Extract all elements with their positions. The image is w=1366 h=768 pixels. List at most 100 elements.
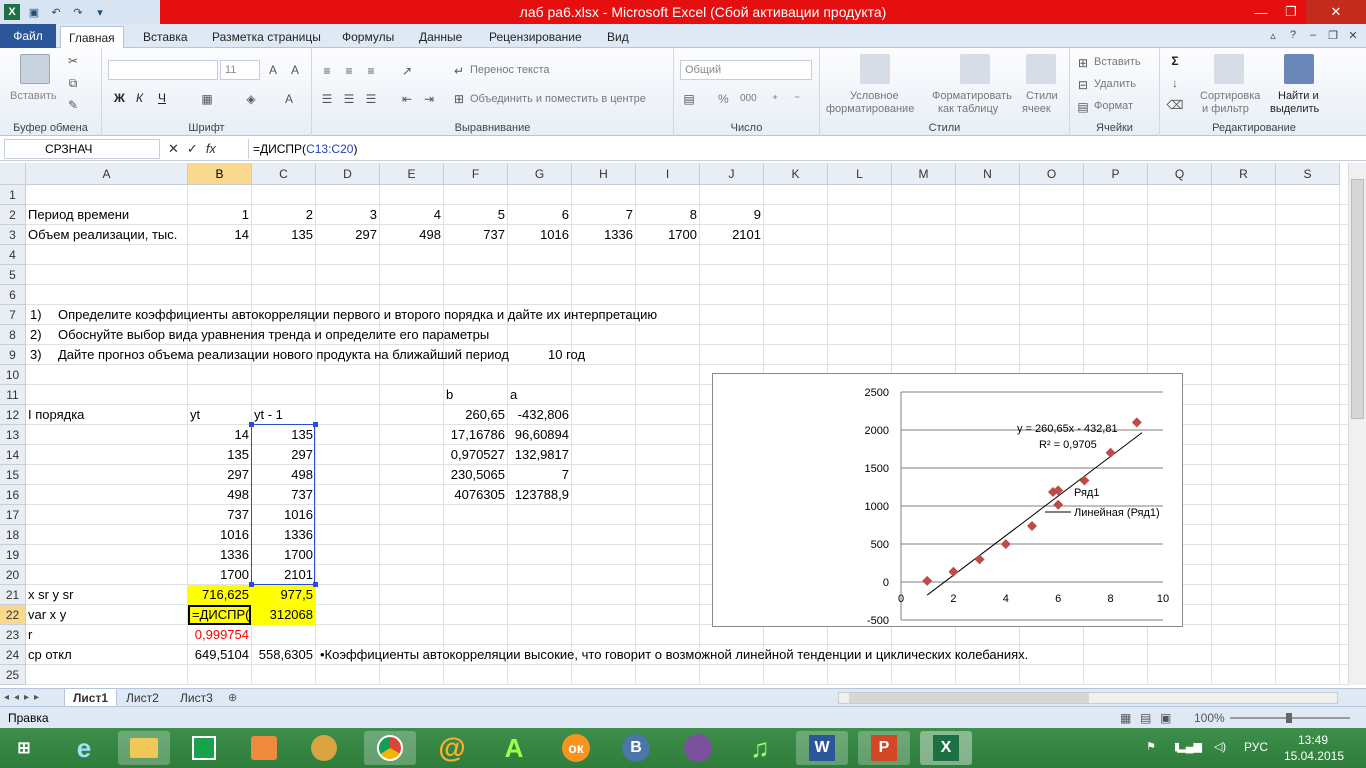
conditional-format-label-2[interactable]: форматирование bbox=[826, 103, 914, 115]
view-layout-icon[interactable]: ▤ bbox=[1140, 707, 1151, 729]
number-format-combo[interactable]: Общий bbox=[680, 60, 812, 80]
decrease-decimal-icon[interactable]: ⁻ bbox=[790, 92, 804, 106]
percent-button[interactable]: % bbox=[718, 92, 729, 106]
save-icon[interactable]: ▣ bbox=[26, 4, 42, 20]
torrent-icon[interactable]: A bbox=[488, 731, 540, 765]
sheet-nav-icon[interactable]: ◂◂▸▸ bbox=[4, 689, 44, 707]
format-cells-icon[interactable]: ▤ bbox=[1076, 100, 1090, 114]
cell-period-label[interactable]: Период времени bbox=[26, 205, 131, 225]
sheet-tab-2[interactable]: Лист2 bbox=[118, 689, 167, 707]
cell-linest-b[interactable]: 17,16786 bbox=[444, 425, 507, 445]
tab-data[interactable]: Данные bbox=[411, 26, 470, 48]
row-header-9[interactable]: 9 bbox=[0, 345, 26, 365]
row-header-20[interactable]: 20 bbox=[0, 565, 26, 585]
zoom-level[interactable]: 100% bbox=[1194, 707, 1225, 729]
cell-styles-label-1[interactable]: Стили bbox=[1026, 90, 1058, 102]
tab-page-layout[interactable]: Разметка страницы bbox=[204, 26, 329, 48]
column-header-a[interactable]: A bbox=[26, 163, 188, 185]
merge-icon[interactable]: ⊞ bbox=[452, 92, 466, 106]
task-number[interactable]: 2) bbox=[28, 325, 44, 345]
align-top-icon[interactable]: ≡ bbox=[320, 64, 334, 78]
range-handle[interactable] bbox=[313, 582, 318, 587]
horizontal-scroll-thumb[interactable] bbox=[849, 693, 1089, 703]
scatter-chart[interactable]: 2500 2000 1500 1000 500 0 -500 0 2 4 6 8 10 y = 260,6… bbox=[712, 373, 1183, 627]
increase-decimal-icon[interactable]: ⁺ bbox=[768, 92, 782, 106]
zoom-slider[interactable] bbox=[1230, 713, 1350, 723]
cell-volume-value[interactable]: 498 bbox=[380, 225, 443, 245]
view-pagebreak-icon[interactable]: ▣ bbox=[1160, 707, 1171, 729]
cell-period-value[interactable]: 1 bbox=[188, 205, 251, 225]
range-handle[interactable] bbox=[249, 582, 254, 587]
cell-yt-value[interactable]: 737 bbox=[188, 505, 251, 525]
column-header-j[interactable]: J bbox=[700, 163, 764, 185]
close-button[interactable]: ✕ bbox=[1306, 0, 1366, 24]
row-header-1[interactable]: 1 bbox=[0, 185, 26, 205]
minimize-doc-icon[interactable]: – bbox=[1306, 28, 1320, 42]
thousands-button[interactable]: 000 bbox=[740, 93, 757, 104]
borders-icon[interactable]: ▦ bbox=[200, 92, 214, 106]
column-header-n[interactable]: N bbox=[956, 163, 1020, 185]
insert-cells-button[interactable]: Вставить bbox=[1094, 56, 1141, 68]
format-as-table-icon[interactable] bbox=[960, 54, 990, 84]
delete-cells-icon[interactable]: ⊟ bbox=[1076, 78, 1090, 92]
row-header-7[interactable]: 7 bbox=[0, 305, 26, 325]
row-header-12[interactable]: 12 bbox=[0, 405, 26, 425]
cut-icon[interactable]: ✂ bbox=[66, 54, 80, 68]
cell-r-value[interactable]: 0,999754 bbox=[188, 625, 251, 645]
row-header-13[interactable]: 13 bbox=[0, 425, 26, 445]
column-header-d[interactable]: D bbox=[316, 163, 380, 185]
cell-yt-value[interactable]: 1336 bbox=[188, 545, 251, 565]
format-as-table-label-1[interactable]: Форматировать bbox=[932, 90, 1012, 102]
column-header-f[interactable]: F bbox=[444, 163, 508, 185]
vertical-scrollbar[interactable] bbox=[1348, 163, 1366, 685]
powerpoint-icon[interactable]: P bbox=[858, 731, 910, 765]
cell-yt1-value[interactable]: 737 bbox=[252, 485, 315, 505]
tab-review[interactable]: Рецензирование bbox=[481, 26, 590, 48]
close-doc-icon[interactable]: ✕ bbox=[1346, 28, 1360, 42]
vkontakte-icon[interactable]: В bbox=[610, 731, 662, 765]
fill-color-icon[interactable]: ◈ bbox=[244, 92, 258, 106]
cell-yt-value[interactable]: 14 bbox=[188, 425, 251, 445]
format-as-table-label-2[interactable]: как таблицу bbox=[938, 103, 998, 115]
store-icon[interactable] bbox=[178, 731, 230, 765]
word-icon[interactable]: W bbox=[796, 731, 848, 765]
column-header-c[interactable]: C bbox=[252, 163, 316, 185]
column-header-g[interactable]: G bbox=[508, 163, 572, 185]
cell-var-label[interactable]: var x y bbox=[26, 605, 187, 625]
cell-yt-value[interactable]: 297 bbox=[188, 465, 251, 485]
row-header-24[interactable]: 24 bbox=[0, 645, 26, 665]
cell-linest-b[interactable]: 260,65 bbox=[444, 405, 507, 425]
customize-icon[interactable]: ▾ bbox=[92, 4, 108, 20]
row-header-2[interactable]: 2 bbox=[0, 205, 26, 225]
minimize-button[interactable]: — bbox=[1246, 0, 1276, 24]
redo-icon[interactable]: ↷ bbox=[70, 4, 86, 20]
sheet-tab-1[interactable]: Лист1 bbox=[64, 689, 118, 707]
sort-filter-icon[interactable] bbox=[1214, 54, 1244, 84]
row-header-10[interactable]: 10 bbox=[0, 365, 26, 385]
cell-period-value[interactable]: 3 bbox=[316, 205, 379, 225]
row-header-16[interactable]: 16 bbox=[0, 485, 26, 505]
column-header-r[interactable]: R bbox=[1212, 163, 1276, 185]
undo-icon[interactable]: ↶ bbox=[48, 4, 64, 20]
autosum-icon[interactable]: Σ bbox=[1168, 54, 1182, 68]
new-sheet-icon[interactable]: ⊕ bbox=[228, 691, 244, 705]
cell-mean-y[interactable]: 977,5 bbox=[252, 585, 315, 605]
cell-volume-label[interactable]: Объем реализации, тыс. bbox=[26, 225, 179, 245]
wrap-text-button[interactable]: Перенос текста bbox=[470, 64, 550, 76]
cell-volume-value[interactable]: 1336 bbox=[572, 225, 635, 245]
file-explorer-icon[interactable] bbox=[118, 731, 170, 765]
find-select-label-2[interactable]: выделить bbox=[1270, 103, 1319, 115]
internet-explorer-icon[interactable]: e bbox=[58, 731, 110, 765]
column-header-i[interactable]: I bbox=[636, 163, 700, 185]
column-header-p[interactable]: P bbox=[1084, 163, 1148, 185]
horizontal-scrollbar[interactable] bbox=[838, 692, 1338, 704]
clock-time[interactable]: 13:49 bbox=[1298, 733, 1328, 747]
cell-period-value[interactable]: 8 bbox=[636, 205, 699, 225]
cell-conclusion-note[interactable]: •Коэффициенты автокорреляции высокие, чт… bbox=[318, 645, 1030, 665]
insert-cells-icon[interactable]: ⊞ bbox=[1076, 56, 1090, 70]
zoom-slider-thumb[interactable] bbox=[1286, 713, 1292, 723]
tab-home[interactable]: Главная bbox=[60, 26, 124, 49]
conditional-format-label-1[interactable]: Условное bbox=[850, 90, 899, 102]
cell-mean-label[interactable]: x sr y sr bbox=[26, 585, 187, 605]
help-icon[interactable]: ? bbox=[1286, 28, 1300, 42]
